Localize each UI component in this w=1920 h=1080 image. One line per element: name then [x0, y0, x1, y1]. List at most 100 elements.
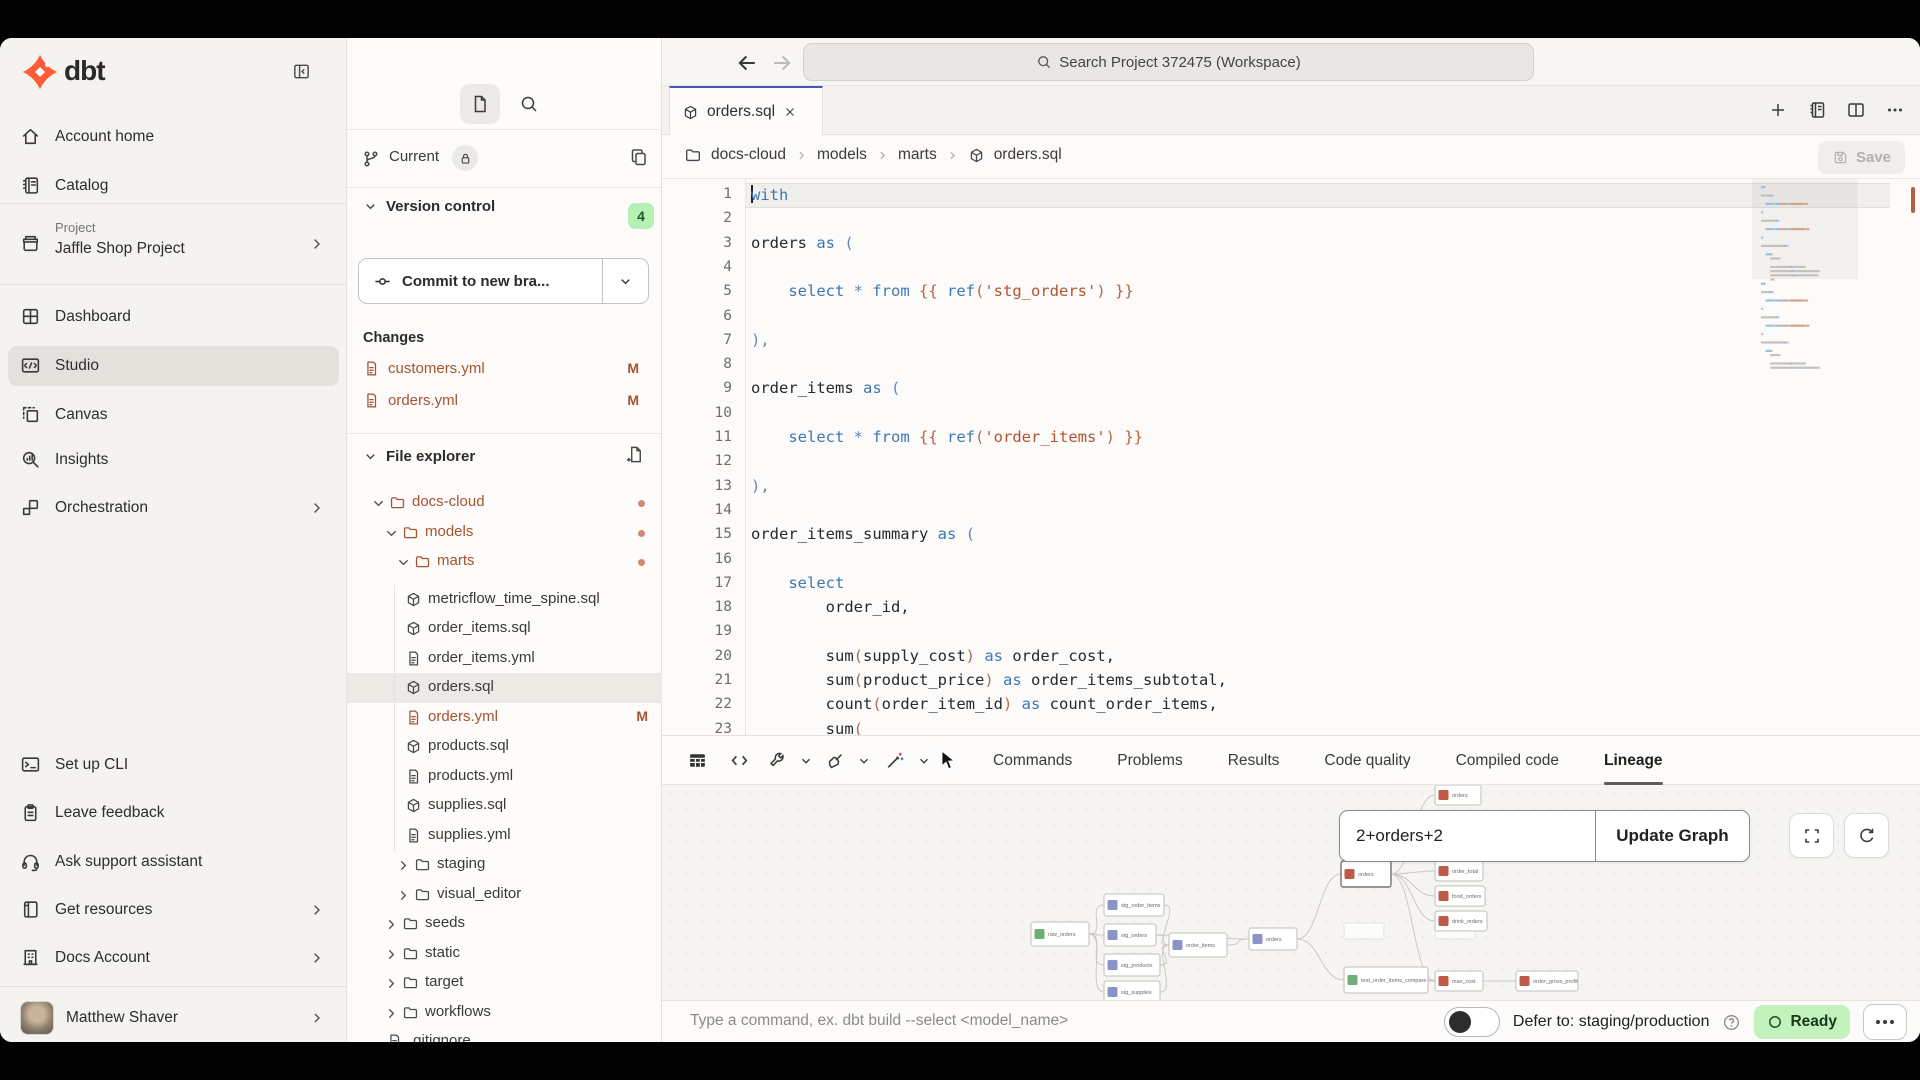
tree-item-marts[interactable]: marts [347, 547, 662, 577]
new-tab-icon[interactable] [1765, 97, 1791, 123]
code-preview-icon[interactable] [716, 744, 762, 778]
collapse-sidebar-icon[interactable] [292, 62, 311, 81]
sidebar-item-jaffle-shop-project[interactable]: Project Jaffle Shop Project [8, 216, 339, 272]
back-arrow-icon[interactable] [734, 50, 760, 76]
sidebar-item-catalog[interactable]: Catalog [8, 166, 339, 206]
refresh-icon[interactable] [1844, 813, 1889, 858]
editor-scrollbar-thumb[interactable] [1911, 187, 1915, 213]
tree-item-docs-cloud[interactable]: docs-cloud [347, 488, 662, 518]
tree-item-orders.sql[interactable]: orders.sql [347, 673, 662, 703]
close-tab-icon[interactable] [783, 105, 797, 119]
split-view-icon[interactable] [1843, 97, 1869, 123]
defer-help-icon[interactable] [1722, 1013, 1741, 1032]
tree-item-staging[interactable]: staging [347, 850, 662, 880]
project-search-input[interactable]: Search Project 372475 (Workspace) [803, 43, 1534, 81]
chevron-right-icon[interactable] [384, 917, 401, 934]
tree-item-orders.yml[interactable]: orders.ymlM [347, 703, 662, 733]
panel-tab-results[interactable]: Results [1228, 736, 1280, 785]
sidebar-item-leave-feedback[interactable]: Leave feedback [8, 793, 339, 833]
code-line-19[interactable]: 19 [662, 621, 1920, 646]
code-line-16[interactable]: 16 [662, 549, 1920, 574]
environment-status-badge[interactable]: Ready [1754, 1005, 1850, 1039]
build-options-chevron-icon[interactable] [792, 744, 820, 778]
panel-tab-problems[interactable]: Problems [1117, 736, 1182, 785]
panel-tab-lineage[interactable]: Lineage [1604, 736, 1663, 785]
status-more-button[interactable] [1863, 1004, 1907, 1040]
lineage-node-order_items[interactable]: order_items [1169, 933, 1227, 957]
lineage-node-max_cost[interactable]: max_cost [1435, 971, 1483, 991]
sidebar-item-insights[interactable]: Insights [8, 440, 339, 480]
code-line-3[interactable]: 3orders as ( [662, 233, 1920, 258]
build-wrench-icon[interactable] [762, 744, 792, 778]
tree-item-metricflow_time_spine.sql[interactable]: metricflow_time_spine.sql [347, 585, 662, 615]
code-line-17[interactable]: 17 select [662, 573, 1920, 598]
tree-item-static[interactable]: static [347, 939, 662, 969]
code-line-4[interactable]: 4 [662, 257, 1920, 282]
chevron-right-icon[interactable] [384, 976, 401, 993]
tree-item-order_items.sql[interactable]: order_items.sql [347, 614, 662, 644]
code-line-20[interactable]: 20 sum(supply_cost) as order_cost, [662, 646, 1920, 671]
save-button[interactable]: Save [1818, 141, 1905, 174]
lineage-node-test_orders[interactable]: test_order_items_compare [1344, 967, 1428, 993]
chevron-right-icon[interactable] [396, 858, 413, 875]
catalog-panel-icon[interactable] [1804, 97, 1830, 123]
code-line-5[interactable]: 5 select * from {{ ref('stg_orders') }} [662, 281, 1920, 306]
tree-item-target[interactable]: target [347, 968, 662, 998]
tree-item-workflows[interactable]: workflows [347, 998, 662, 1028]
commit-options-button[interactable] [602, 259, 648, 303]
chevron-down-icon[interactable] [371, 496, 388, 513]
code-line-8[interactable]: 8 [662, 354, 1920, 379]
current-branch-label[interactable]: Current [389, 148, 439, 165]
code-line-6[interactable]: 6 [662, 306, 1920, 331]
lineage-node-order_total[interactable]: order_total [1435, 861, 1483, 881]
code-line-18[interactable]: 18 order_id, [662, 597, 1920, 622]
version-control-header[interactable]: Version control [363, 198, 495, 215]
code-line-10[interactable]: 10 [662, 403, 1920, 428]
code-line-9[interactable]: 9order_items as ( [662, 378, 1920, 403]
lineage-node-stg_products[interactable]: stg_products [1104, 954, 1160, 976]
code-line-13[interactable]: 13), [662, 476, 1920, 501]
breadcrumb-segment[interactable]: orders.sql [994, 146, 1062, 164]
code-line-15[interactable]: 15order_items_summary as ( [662, 524, 1920, 549]
tree-item-models[interactable]: models [347, 518, 662, 548]
breadcrumb-segment[interactable]: models [817, 146, 867, 164]
lineage-node-food_orders[interactable]: food_orders [1435, 886, 1485, 906]
commit-button[interactable]: Commit to new bra... [358, 258, 649, 304]
defer-toggle[interactable] [1444, 1007, 1500, 1037]
panel-tab-code-quality[interactable]: Code quality [1324, 736, 1410, 785]
tree-item-.gitignore[interactable]: .gitignore [347, 1027, 662, 1042]
ai-fix-wand-icon[interactable] [878, 744, 910, 778]
sidebar-item-studio[interactable]: Studio [8, 346, 339, 386]
format-broom-icon[interactable] [820, 744, 850, 778]
tree-item-supplies.yml[interactable]: supplies.yml [347, 821, 662, 851]
tree-item-order_items.yml[interactable]: order_items.yml [347, 644, 662, 674]
code-line-11[interactable]: 11 select * from {{ ref('order_items') }… [662, 427, 1920, 452]
lineage-node-stg_orders[interactable]: stg_orders [1104, 924, 1156, 946]
more-options-icon[interactable] [1882, 97, 1908, 123]
chevron-right-icon[interactable] [384, 947, 401, 964]
tree-item-products.yml[interactable]: products.yml [347, 762, 662, 792]
breadcrumb-segment[interactable]: marts [898, 146, 937, 164]
panel-tab-compiled-code[interactable]: Compiled code [1456, 736, 1559, 785]
breadcrumb-segment[interactable]: docs-cloud [711, 146, 786, 164]
sidebar-item-set-up-cli[interactable]: Set up CLI [8, 745, 339, 785]
tab-orders-sql[interactable]: orders.sql [669, 86, 823, 136]
lineage-selector-input[interactable] [1340, 811, 1595, 861]
lineage-node-orders[interactable]: orders [1249, 928, 1297, 950]
chevron-down-icon[interactable] [396, 555, 413, 572]
tree-item-seeds[interactable]: seeds [347, 909, 662, 939]
lineage-node-orders_top[interactable]: orders [1435, 785, 1481, 805]
panel-tab-commands[interactable]: Commands [993, 736, 1072, 785]
lineage-node-orders_model[interactable]: orders [1341, 861, 1391, 887]
lineage-node-stg_order_items[interactable]: stg_order_items [1104, 894, 1164, 916]
fullscreen-icon[interactable] [1789, 813, 1834, 858]
code-line-12[interactable]: 12 [662, 451, 1920, 476]
sidebar-item-account-home[interactable]: Account home [8, 117, 339, 157]
changed-file-customers.yml[interactable]: customers.yml M [363, 354, 653, 382]
update-graph-button[interactable]: Update Graph [1595, 811, 1749, 861]
results-table-icon[interactable] [678, 744, 716, 778]
user-menu[interactable]: Matthew Shaver [8, 996, 339, 1040]
tree-item-supplies.sql[interactable]: supplies.sql [347, 791, 662, 821]
lineage-node-order_gross_profit[interactable]: order_gross_profit [1516, 971, 1578, 991]
format-options-chevron-icon[interactable] [850, 744, 878, 778]
